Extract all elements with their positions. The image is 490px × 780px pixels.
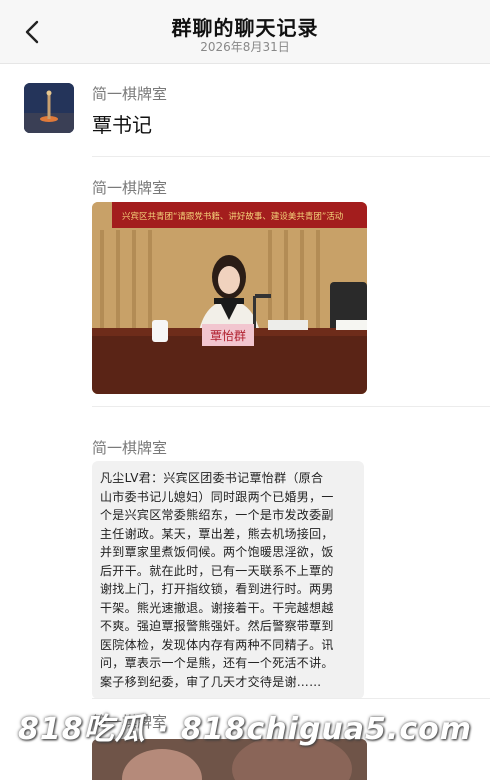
watermark: 818吃瓜 · 818chigua5.com	[18, 712, 472, 747]
bubble-line: 不爽。强迫覃报警熊强奸。然后警察带覃到	[100, 619, 334, 633]
message-image[interactable]: 兴宾区共青团“请跟党书籍、讲好故事、建设美共青团”活动 覃怡群	[92, 202, 367, 394]
bubble-line: 案子移到纪委，审了几天才交待是谢……	[100, 674, 322, 689]
bubble-line: 谢找上门，打开指纹锁，看到进行时。两男	[100, 582, 334, 596]
bubble-line: 主任谢政。某天，覃出差，熊去机场接回，	[100, 526, 334, 541]
sender-name: 简一棋牌室	[92, 439, 168, 457]
nameplate-text: 覃怡群	[210, 329, 246, 343]
record-date: 2026年8月31日	[200, 40, 290, 54]
sender-name: 简一棋牌室	[92, 179, 168, 197]
bubble-line: 医院体检，发现体内存有两种不同精子。讯	[100, 637, 334, 652]
bubble-line: 山市委书记儿媳妇）同时跟两个已婚男，一	[100, 489, 334, 504]
chat-header: 群聊的聊天记录 2026年8月31日	[0, 0, 490, 64]
chat-record-list[interactable]: 简一棋牌室 覃书记 简一棋牌室 兴宾区共青团“请跟党书籍、讲好故事、建设美共青团…	[0, 65, 490, 780]
page-title: 群聊的聊天记录	[171, 16, 319, 40]
bubble-line: 干架。熊光速撤退。谢接着干。干完越想越	[100, 600, 334, 615]
bubble-line: 个是兴宾区常委熊绍东，一个是市发改委副	[100, 508, 334, 522]
bubble-line: 后开干。就在此时，已有一天联系不上覃的	[100, 563, 334, 578]
message-item: 简一棋牌室 凡尘LV君：兴宾区团委书记覃怡群（原合 山市委书记儿媳妇）同时跟两个…	[0, 407, 490, 699]
bubble-line: 并到覃家里煮饭伺候。两个饱暖思淫欲，饭	[100, 545, 334, 559]
bubble-line: 问，覃表示一个是熊，还有一个死活不讲。	[100, 656, 334, 670]
avatar[interactable]	[24, 83, 74, 133]
message-item: 简一棋牌室 覃书记	[0, 65, 490, 157]
sender-name: 简一棋牌室	[92, 85, 168, 103]
banner-text: 兴宾区共青团“请跟党书籍、讲好故事、建设美共青团”活动	[122, 211, 344, 222]
bubble-line: 凡尘LV君：兴宾区团委书记覃怡群（原合	[100, 471, 324, 485]
message-bubble[interactable]: 凡尘LV君：兴宾区团委书记覃怡群（原合 山市委书记儿媳妇）同时跟两个已婚男，一 …	[92, 461, 364, 699]
message-text: 覃书记	[92, 113, 152, 137]
message-item: 简一棋牌室 兴宾区共青团“请跟党书籍、讲好故事、建设美共青团”活动 覃怡群	[0, 157, 490, 407]
